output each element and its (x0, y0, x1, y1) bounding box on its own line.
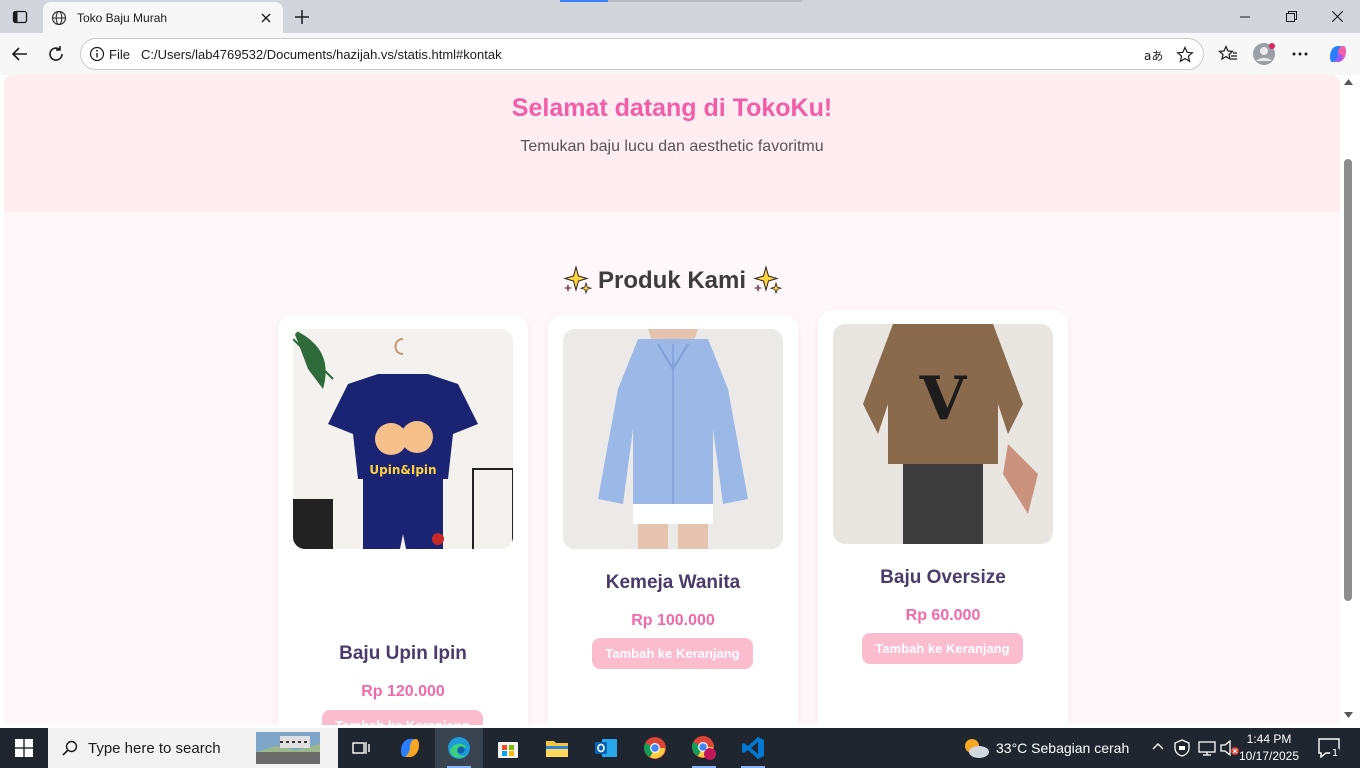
hero-title: Selamat datang di TokoKu! (511, 94, 833, 122)
weather-partly-cloudy-icon[interactable] (962, 736, 990, 760)
show-hidden-icons-chevron-icon[interactable] (1152, 742, 1164, 750)
sparkles-icon (563, 265, 592, 295)
hero-subtitle: Temukan baju lucu dan aesthetic favoritm… (520, 138, 824, 155)
windows-taskbar: Type here to search 33°C Sebagian cerah … (0, 728, 1360, 768)
minimize-icon[interactable] (1222, 0, 1268, 33)
product-card: Kemeja Wanita Rp 100.000 Tambah ke Keran… (548, 315, 798, 725)
product-price: Rp 100.000 (631, 612, 715, 629)
task-view-icon[interactable] (338, 728, 386, 768)
network-icon[interactable] (1198, 740, 1216, 756)
chrome-icon[interactable] (631, 728, 679, 768)
browser-tab-strip: Toko Baju Murah (0, 0, 1360, 33)
copilot-app-icon[interactable] (386, 728, 434, 768)
close-window-icon[interactable] (1314, 0, 1360, 33)
edge-browser-icon[interactable] (435, 728, 483, 768)
search-highlight-image (256, 732, 320, 764)
read-aloud-icon[interactable]: aあ (1143, 45, 1163, 65)
chrome-profile-icon[interactable] (680, 728, 728, 768)
add-to-cart-button[interactable]: Tambah ke Keranjang (862, 633, 1023, 664)
favorite-star-icon[interactable] (1175, 45, 1195, 65)
favorites-icon[interactable] (1213, 39, 1243, 69)
svg-text:1: 1 (1332, 748, 1338, 758)
svg-text:V: V (919, 364, 968, 434)
scroll-up-icon[interactable] (1344, 79, 1353, 85)
tab-drag-indicator (560, 0, 608, 2)
section-title-text: Produk Kami (597, 267, 747, 294)
info-icon[interactable] (89, 46, 105, 62)
vscode-icon[interactable] (729, 728, 777, 768)
svg-text:aあ: aあ (1144, 49, 1162, 63)
products-section-heading: Produk Kami (4, 265, 1340, 295)
tab-drag-indicator-track (608, 0, 802, 2)
refresh-icon[interactable] (41, 39, 71, 69)
scrollbar-thumb[interactable] (1344, 159, 1352, 601)
scroll-down-icon[interactable] (1344, 712, 1353, 718)
security-shield-icon[interactable] (1174, 739, 1190, 757)
clock-date: 10/17/2025 (1238, 749, 1300, 763)
address-url[interactable]: C:/Users/lab4769532/Documents/hazijah.vs… (141, 47, 502, 62)
address-bar[interactable]: File C:/Users/lab4769532/Documents/hazij… (80, 38, 1204, 70)
file-explorer-icon[interactable] (533, 728, 581, 768)
globe-icon (51, 10, 67, 26)
restore-icon[interactable] (1268, 0, 1314, 33)
add-to-cart-button[interactable]: Tambah ke Keranjang (592, 638, 753, 669)
search-icon (62, 740, 78, 756)
copilot-icon[interactable] (1323, 39, 1353, 69)
taskbar-search-box[interactable]: Type here to search (48, 728, 338, 768)
tab-actions-icon[interactable] (4, 4, 36, 30)
product-price: Rp 120.000 (361, 683, 445, 700)
tab-active[interactable]: Toko Baju Murah (43, 2, 283, 33)
close-tab-icon[interactable] (255, 7, 277, 29)
browser-toolbar: File C:/Users/lab4769532/Documents/hazij… (0, 33, 1360, 75)
product-price: Rp 60.000 (905, 607, 981, 624)
windows-start-icon[interactable] (0, 728, 48, 768)
svg-text:Upin&Ipin: Upin&Ipin (369, 463, 436, 477)
page-scrollbar[interactable] (1341, 75, 1356, 725)
new-tab-icon[interactable] (289, 4, 315, 30)
profile-avatar-icon[interactable] (1249, 39, 1279, 69)
notifications-icon[interactable]: 1 (1318, 738, 1340, 758)
more-menu-icon[interactable] (1285, 39, 1315, 69)
taskbar-clock[interactable]: 1:44 PM 10/17/2025 (1236, 731, 1302, 765)
page-body: Selamat datang di TokoKu! Temukan baju l… (4, 75, 1340, 725)
outlook-icon[interactable] (582, 728, 630, 768)
product-name: Baju Oversize (880, 567, 1006, 588)
product-card: V Baju Oversize Rp 60.000 Tambah ke Kera… (818, 310, 1068, 725)
product-image-kemeja-wanita (563, 329, 783, 549)
clock-time: 1:44 PM (1246, 732, 1292, 746)
add-to-cart-button[interactable]: Tambah ke Keranjang (322, 710, 483, 725)
product-card: Upin&Ipin Baju Upin Ipin Rp 120.000 Tamb… (278, 315, 528, 725)
microsoft-store-icon[interactable] (484, 728, 532, 768)
product-name: Kemeja Wanita (605, 572, 741, 593)
hero-banner: Selamat datang di TokoKu! Temukan baju l… (4, 75, 1340, 212)
address-prefix: File (109, 47, 130, 62)
product-image-baju-oversize: V (833, 324, 1053, 544)
weather-text[interactable]: 33°C Sebagian cerah (996, 740, 1129, 756)
product-name: Baju Upin Ipin (339, 643, 467, 664)
taskbar-search-placeholder: Type here to search (88, 739, 221, 757)
sparkles-icon (753, 265, 783, 295)
product-image-upin-ipin: Upin&Ipin (293, 329, 513, 549)
tab-title: Toko Baju Murah (77, 10, 168, 25)
page-viewport: Selamat datang di TokoKu! Temukan baju l… (0, 75, 1360, 725)
back-icon[interactable] (5, 39, 35, 69)
